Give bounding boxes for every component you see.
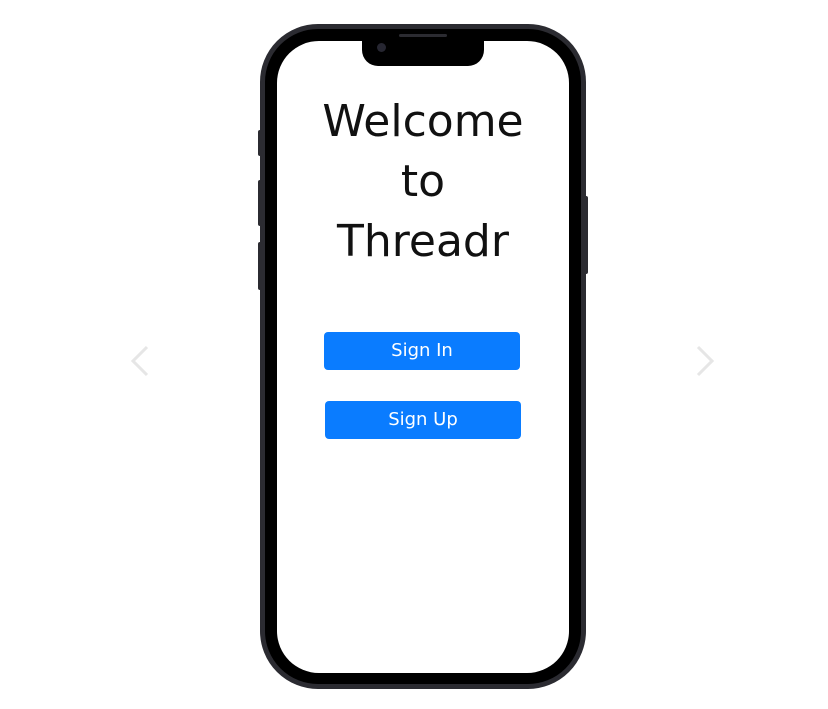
welcome-title-line: Threadr [337,216,509,267]
sign-in-button[interactable]: Sign In [324,332,520,370]
page: Welcome to Threadr Sign In Sign Up [0,0,828,709]
sign-up-button[interactable]: Sign Up [325,401,521,439]
welcome-title-line: to [400,156,446,207]
speaker-grille [399,34,447,37]
welcome-title: Welcome to Threadr [277,92,569,272]
previous-slide-arrow[interactable] [127,345,157,377]
front-camera-icon [377,43,386,52]
welcome-title-line: Welcome [322,96,524,147]
chevron-right-icon [696,345,715,377]
chevron-left-icon [130,345,149,377]
phone-notch [362,34,484,66]
next-slide-arrow[interactable] [690,345,720,377]
